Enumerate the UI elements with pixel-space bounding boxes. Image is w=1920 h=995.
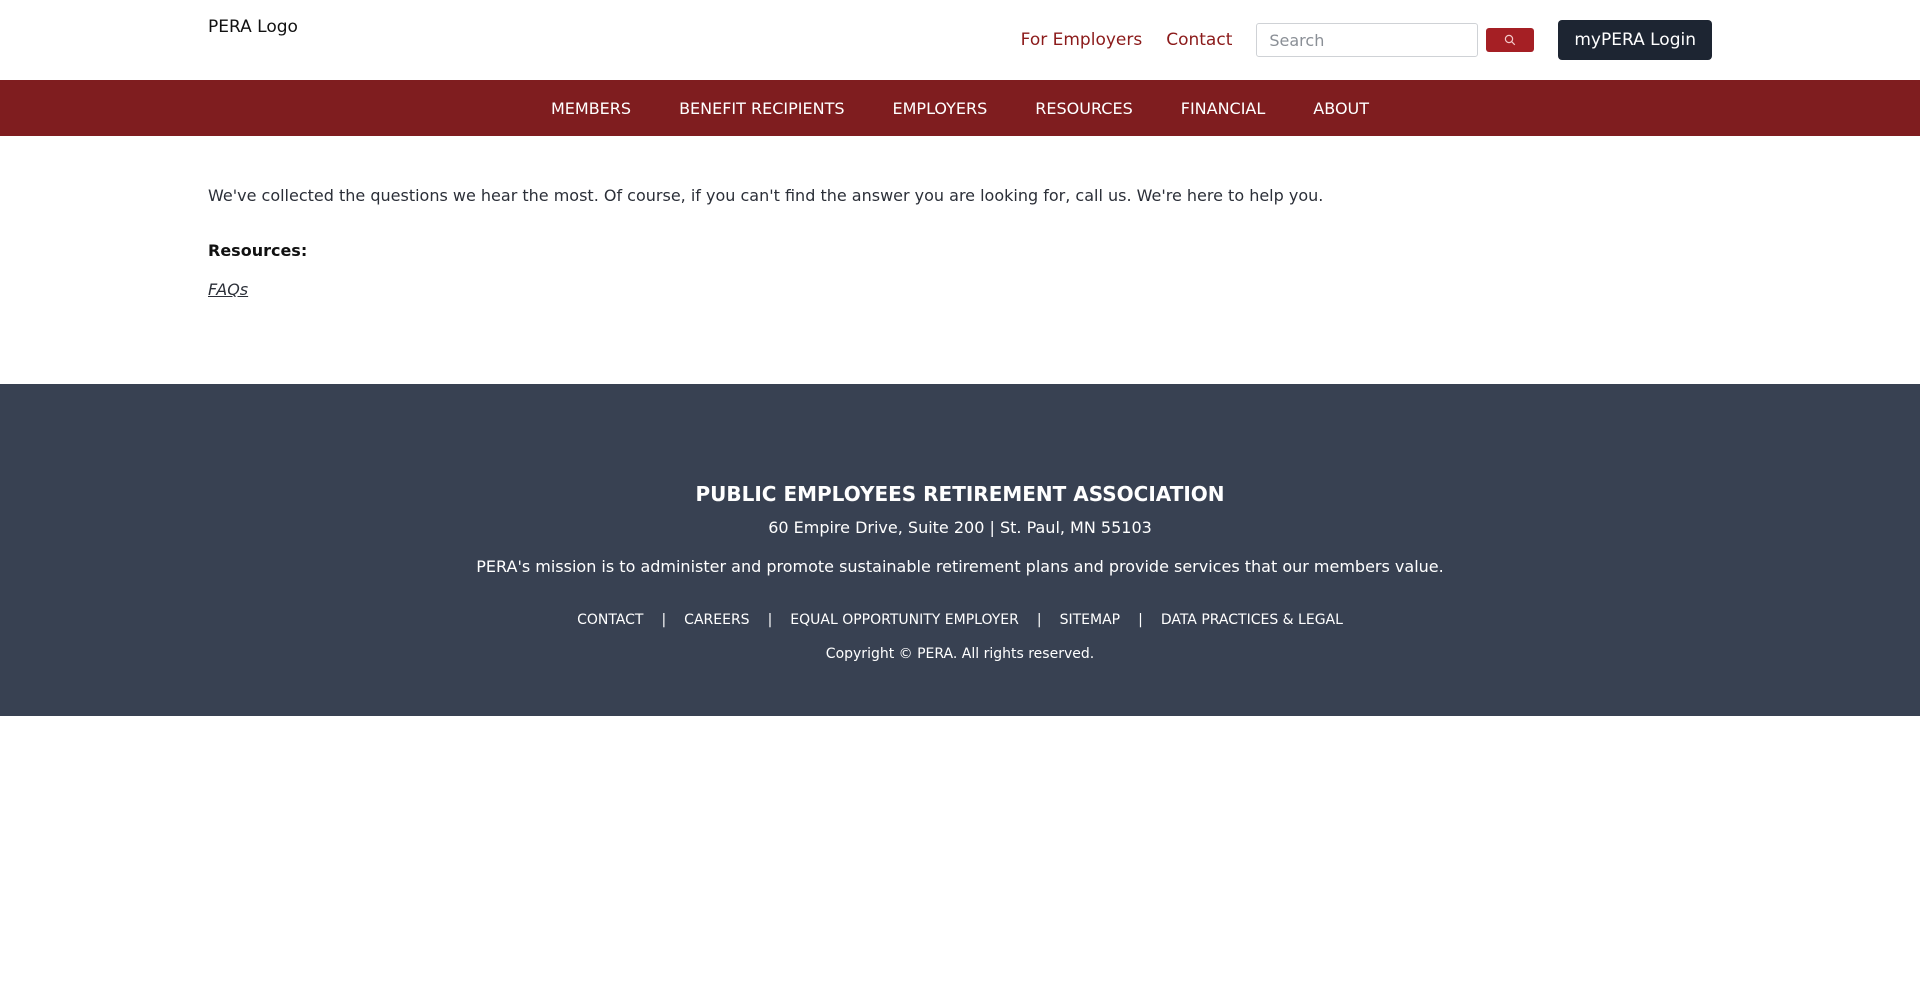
resources-heading: Resources: [208, 241, 308, 260]
footer-link-contact[interactable]: CONTACT [577, 612, 643, 628]
footer-separator: | [767, 612, 773, 628]
search-button[interactable] [1486, 28, 1535, 52]
footer-separator: | [1138, 612, 1143, 628]
utility-bar: For Employers Contact myPERA Login [1021, 20, 1712, 60]
footer-mission: PERA's mission is to administer and prom… [476, 557, 1444, 576]
contact-link[interactable]: Contact [1166, 30, 1232, 50]
mypera-login-button[interactable]: myPERA Login [1558, 20, 1712, 60]
nav-item-employers[interactable]: EMPLOYERS [869, 99, 1012, 118]
footer-links: CONTACT | CAREERS | EQUAL OPPORTUNITY EM… [0, 612, 1920, 628]
footer-link-sitemap[interactable]: SITEMAP [1060, 612, 1121, 628]
footer-separator: | [661, 612, 667, 628]
nav-item-about[interactable]: ABOUT [1289, 99, 1393, 118]
nav-item-financial[interactable]: FINANCIAL [1157, 99, 1290, 118]
faqs-link[interactable]: FAQs [208, 280, 248, 299]
site-footer: PUBLIC EMPLOYEES RETIREMENT ASSOCIATION … [0, 384, 1920, 716]
nav-item-resources[interactable]: RESOURCES [1011, 99, 1156, 118]
footer-link-careers[interactable]: CAREERS [684, 612, 749, 628]
footer-separator: | [1036, 612, 1042, 628]
footer-link-data-practices[interactable]: DATA PRACTICES & LEGAL [1161, 612, 1343, 628]
pera-logo[interactable]: PERA Logo [208, 17, 298, 37]
nav-item-benefit-recipients[interactable]: BENEFIT RECIPIENTS [655, 99, 868, 118]
main-nav: MEMBERS BENEFIT RECIPIENTS EMPLOYERS RES… [0, 80, 1920, 136]
search-input[interactable] [1256, 23, 1479, 57]
footer-link-equal-opportunity[interactable]: EQUAL OPPORTUNITY EMPLOYER [790, 612, 1019, 628]
intro-text: We've collected the questions we hear th… [208, 186, 1324, 205]
main-content: We've collected the questions we hear th… [0, 136, 1920, 384]
footer-copyright: Copyright © PERA. All rights reserved. [825, 646, 1095, 662]
footer-org-name: PUBLIC EMPLOYEES RETIREMENT ASSOCIATION [695, 482, 1225, 506]
site-header: PERA Logo For Employers Contact myPERA L… [0, 0, 1920, 80]
footer-address: 60 Empire Drive, Suite 200 | St. Paul, M… [768, 518, 1152, 537]
for-employers-link[interactable]: For Employers [1021, 30, 1143, 50]
nav-item-members[interactable]: MEMBERS [527, 99, 655, 118]
search-icon [1505, 34, 1516, 46]
